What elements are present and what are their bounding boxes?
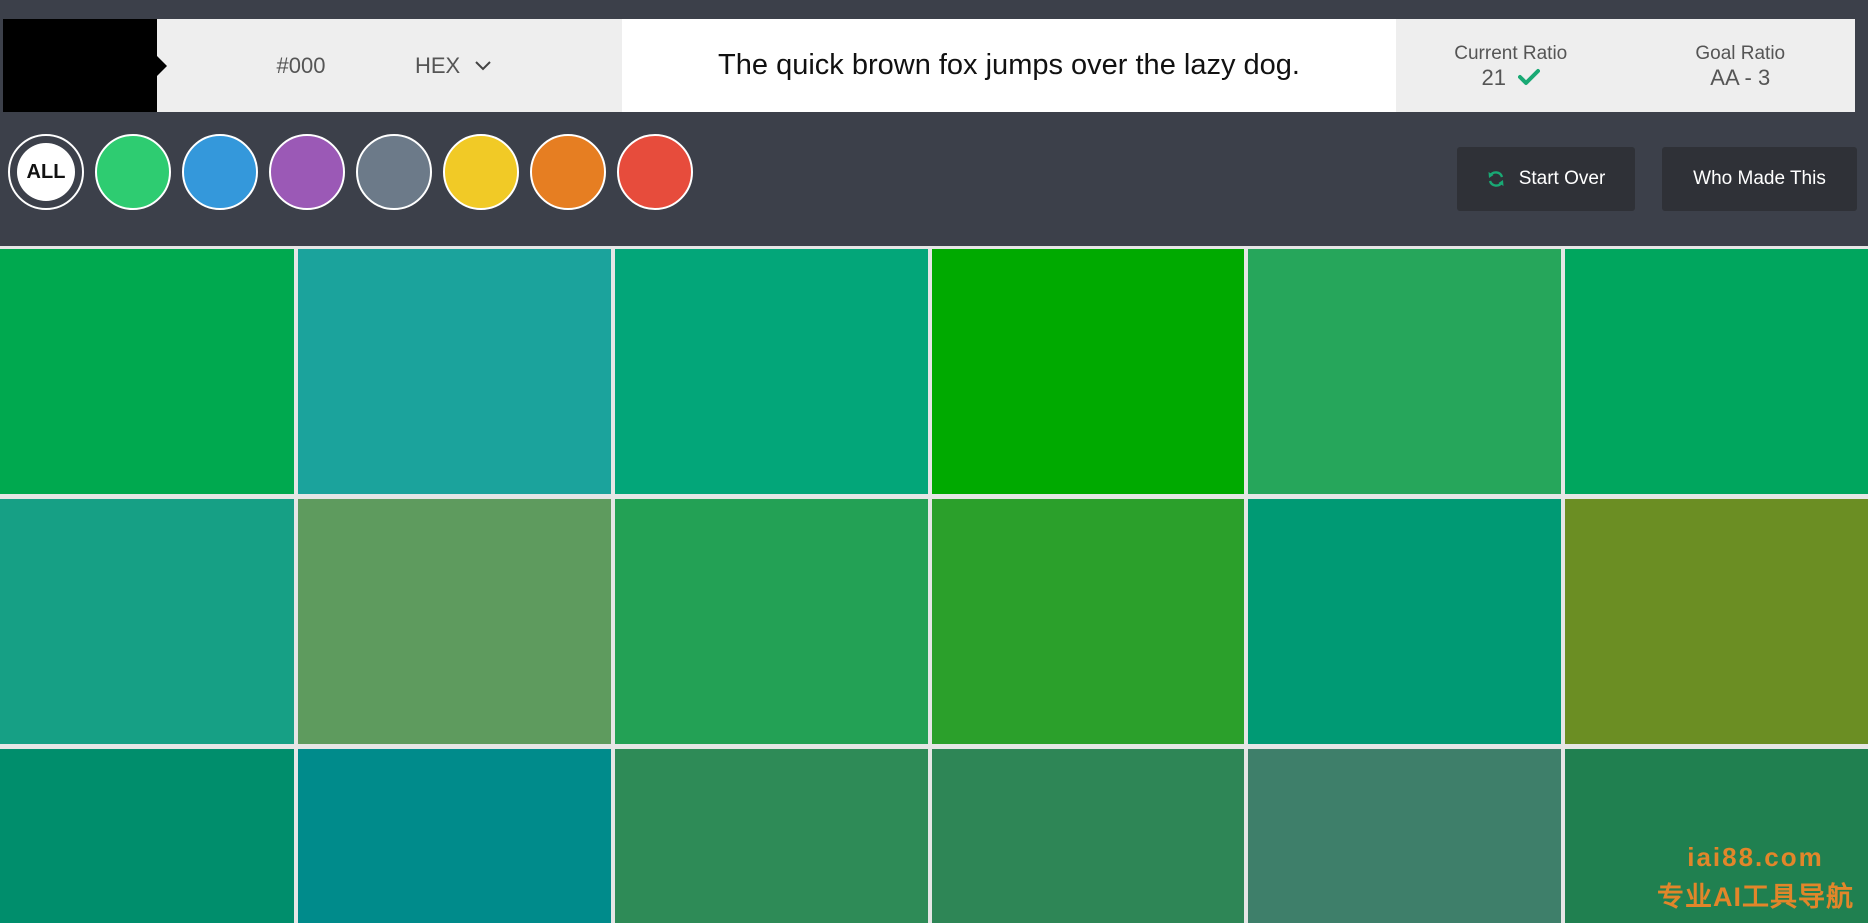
filter-purple[interactable] [269, 134, 345, 210]
current-ratio-value: 21 [1481, 64, 1506, 90]
filter-red[interactable] [617, 134, 693, 210]
color-swatch-tile[interactable] [0, 749, 294, 923]
selected-color-swatch[interactable] [3, 19, 167, 112]
color-swatch-tile[interactable] [1248, 499, 1561, 744]
check-icon [1517, 69, 1540, 85]
color-swatch-tile[interactable] [1565, 499, 1868, 744]
color-value-input[interactable]: #000 [157, 53, 415, 79]
who-made-this-button[interactable]: Who Made This [1662, 147, 1857, 211]
color-swatch-tile[interactable] [0, 499, 294, 744]
who-made-this-label: Who Made This [1693, 168, 1826, 189]
color-swatch-tile[interactable] [932, 249, 1244, 494]
color-swatch-tile[interactable] [298, 749, 611, 923]
filter-gray[interactable] [356, 134, 432, 210]
contrast-checker-app: #000 HEX The quick brown fox jumps over … [0, 0, 1868, 923]
goal-ratio-value: AA - 3 [1710, 64, 1771, 90]
ratio-panel: Current Ratio 21 Goal Ratio AA - 3 [1396, 19, 1855, 112]
start-over-button[interactable]: Start Over [1457, 147, 1635, 211]
filter-all[interactable]: ALL [8, 134, 84, 210]
color-swatch-tile[interactable] [298, 499, 611, 744]
color-swatch-tile[interactable] [615, 249, 928, 494]
format-select[interactable]: HEX [415, 53, 492, 79]
color-swatch-tile[interactable] [1248, 749, 1561, 923]
color-swatch-grid [0, 249, 1868, 923]
filter-orange[interactable] [530, 134, 606, 210]
color-swatch-tile[interactable] [1248, 249, 1561, 494]
filter-yellow[interactable] [443, 134, 519, 210]
color-swatch-tile[interactable] [615, 749, 928, 923]
watermark-domain: iai88.com [1687, 842, 1824, 872]
current-ratio-label: Current Ratio [1454, 42, 1568, 64]
sample-text: The quick brown fox jumps over the lazy … [622, 19, 1396, 112]
watermark-tagline: 专业AI工具导航 [1657, 882, 1854, 912]
refresh-icon [1488, 171, 1504, 187]
current-ratio: Current Ratio 21 [1396, 19, 1626, 112]
filter-all-label: ALL [17, 143, 75, 201]
filter-blue[interactable] [182, 134, 258, 210]
filter-green[interactable] [95, 134, 171, 210]
format-select-label: HEX [415, 52, 461, 78]
color-swatch-tile[interactable] [298, 249, 611, 494]
watermark: iai88.com 专业AI工具导航 [1657, 842, 1854, 914]
color-swatch-tile[interactable] [932, 499, 1244, 744]
color-filter-row: ALL [8, 134, 693, 210]
start-over-label: Start Over [1518, 168, 1606, 189]
color-swatch-tile[interactable] [932, 749, 1244, 923]
color-swatch-tile[interactable] [0, 249, 294, 494]
color-swatch-tile[interactable] [1565, 249, 1868, 494]
color-swatch-tile[interactable] [615, 499, 928, 744]
chevron-down-icon [475, 60, 491, 70]
color-input-bar: #000 HEX The quick brown fox jumps over … [3, 19, 1855, 112]
color-value-area: #000 HEX [157, 19, 622, 112]
goal-ratio-label: Goal Ratio [1695, 42, 1786, 64]
goal-ratio: Goal Ratio AA - 3 [1626, 19, 1856, 112]
